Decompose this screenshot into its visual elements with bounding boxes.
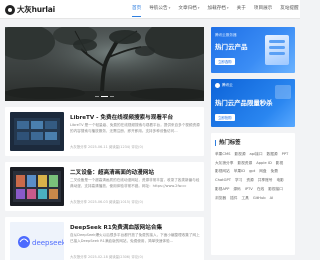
nav-item-4[interactable]: 关于 (233, 0, 250, 19)
tag-link[interactable]: 浏览器 (215, 195, 226, 201)
chevron-down-icon: ▾ (197, 6, 200, 10)
post-excerpt: 自从DeepSeek爆火以后很多平台都开放了免费的接入，下面小编整理收集了网上已… (70, 233, 200, 243)
logo-text: 大灰hurlai (17, 5, 55, 14)
tag-link[interactable]: 影视源 (234, 151, 245, 157)
tag-link[interactable]: api接口 (250, 151, 263, 157)
site-logo[interactable]: 大灰hurlai (5, 4, 55, 15)
ad-headline: 热门云产品限量秒杀 (215, 99, 273, 107)
post-meta: 大灰狼分享 2025-06-11 阅读量(1234) 评论(0) (70, 145, 143, 149)
nav-item-label: 友站提醒 (280, 6, 299, 11)
nav-item-1[interactable]: 导航公告▾ (145, 0, 174, 19)
tag-link[interactable]: 影视接口 (268, 186, 283, 192)
tag-link[interactable]: 苹果CMS (215, 151, 230, 157)
post-thumbnail[interactable] (10, 167, 64, 206)
tag-link[interactable]: 影视APP (215, 186, 229, 192)
tag-link[interactable]: 苹果ID (234, 168, 245, 174)
deepseek-logo-text: deepseek (32, 239, 64, 247)
main-nav: 首页 导航公告▾ 文章归档▾ 加载存档▾ 关于 项目展示 友站提醒 (128, 0, 303, 19)
tag-link[interactable]: 大灰狼分享 (215, 160, 233, 166)
tag-link[interactable]: gpt (249, 168, 255, 174)
slider-dot[interactable] (101, 95, 108, 97)
sidebar-ad-cloud-server[interactable]: 腾讯云服务器 热门云产品 立即选购 (211, 27, 295, 73)
tag-link[interactable]: 在线 (257, 186, 264, 192)
tag-link[interactable]: 数据源 (267, 151, 278, 157)
post-meta: 大灰狼分享 2025-02-18 阅读量(2306) 评论(0) (70, 255, 143, 259)
tag-link[interactable]: 电影 (276, 177, 283, 183)
tag-link[interactable]: 工具 (241, 195, 248, 201)
tag-link[interactable]: Apple ID (256, 160, 272, 166)
slider-dot[interactable] (95, 95, 99, 97)
nav-item-2[interactable]: 文章归档▾ (174, 0, 203, 19)
tag-link[interactable]: AI (270, 195, 274, 201)
post-title[interactable]: 二叉设备：超高清画面的动漫网站 (70, 168, 154, 176)
nav-item-0[interactable]: 首页 (128, 0, 145, 19)
nav-item-label: 加载存档 (207, 6, 226, 11)
tag-link[interactable]: IPTV (245, 186, 253, 192)
hot-tags-widget: 热门标签 苹果CMS 影视源 api接口 数据源 PPT 大灰狼分享 影视资源 Apple I… (211, 133, 295, 255)
post-thumbnail[interactable] (10, 112, 64, 151)
nav-item-6[interactable]: 友站提醒 (276, 0, 302, 19)
server-rack-line (269, 46, 285, 49)
slider-indicators (5, 95, 204, 97)
nav-item-label: 文章归档 (178, 6, 197, 11)
tag-link[interactable]: 源码 (233, 186, 240, 192)
tag-link[interactable]: 资源 (246, 177, 253, 183)
slider-dot[interactable] (110, 95, 114, 97)
server-rack-line (269, 40, 285, 43)
top-navigation-bar: 大灰hurlai 首页 导航公告▾ 文章归档▾ 加载存档▾ 关于 项目展示 友站提醒 (0, 0, 300, 19)
tag-link[interactable]: 插件 (230, 195, 237, 201)
server-rack-line (269, 52, 285, 55)
post-card[interactable]: 二叉设备：超高清画面的动漫网站二叉设备是一个超高清画质的在线动漫网站，资源非常丰… (5, 162, 204, 211)
cloud-logo-icon (215, 83, 220, 88)
nav-item-label: 导航公告 (149, 6, 168, 11)
tag-link[interactable]: 影视 (276, 160, 283, 166)
ad-subtitle: 腾讯云服务器 (215, 33, 237, 37)
nav-item-label: 关于 (236, 6, 246, 11)
ad-headline: 热门云产品 (215, 43, 248, 51)
nav-item-label: 项目展示 (253, 6, 273, 11)
tag-link[interactable]: 共享账号 (258, 177, 273, 183)
sidebar-ad-flash-sale[interactable]: 腾讯云 热门云产品限量秒杀 立即抢购 (211, 79, 295, 127)
ad-brand: 腾讯云 (222, 83, 233, 87)
ad-cta-button[interactable]: 立即选购 (215, 58, 235, 65)
tag-link[interactable]: 学习 (235, 177, 242, 183)
post-card[interactable]: LibreTV - 免费在线视频搜索与观看平台 LibreTV 是一个轻量级、免费… (5, 107, 204, 156)
post-card[interactable]: deepseek DeepSeek R1免费满血版网站合集自从DeepSeek爆火… (5, 217, 204, 260)
post-list: LibreTV - 免费在线视频搜索与观看平台 LibreTV 是一个轻量级、免费… (5, 107, 204, 260)
logo-icon (5, 4, 15, 15)
chevron-down-icon: ▾ (226, 6, 229, 10)
post-meta: 大灰狼分享 2025-06-03 阅读量(1015) 评论(0) (70, 200, 143, 204)
hero-image (5, 27, 204, 101)
ad-decoration (275, 85, 291, 99)
tag-link[interactable]: 影视资源 (237, 160, 252, 166)
tag-link[interactable]: PPT (282, 151, 289, 157)
post-thumbnail[interactable]: deepseek (10, 222, 64, 260)
tag-link[interactable]: GitHub (253, 195, 266, 201)
tags-title: 热门标签 (215, 140, 291, 146)
tag-cloud: 苹果CMS 影视源 api接口 数据源 PPT 大灰狼分享 影视资源 Apple ID 影视影视… (215, 151, 291, 201)
post-excerpt: LibreTV 是一个轻量级、免费的在线视频搜索与观看平台，提供来自多个视频资源… (70, 123, 200, 133)
tag-link[interactable]: 免费 (271, 168, 278, 174)
nav-item-3[interactable]: 加载存档▾ (204, 0, 233, 19)
tag-link[interactable]: 网盘 (259, 168, 266, 174)
tag-link[interactable]: 影视网站 (215, 168, 230, 174)
nav-item-label: 首页 (132, 6, 142, 11)
nav-item-5[interactable]: 项目展示 (250, 0, 276, 19)
post-title[interactable]: DeepSeek R1免费满血版网站合集 (70, 223, 162, 231)
tag-link[interactable]: ChatGPT (215, 177, 231, 183)
ad-cta-button[interactable]: 立即抢购 (215, 114, 235, 121)
hero-slider[interactable] (5, 27, 204, 101)
post-title[interactable]: LibreTV - 免费在线视频搜索与观看平台 (70, 113, 173, 121)
chevron-down-icon: ▾ (168, 6, 171, 10)
post-excerpt: 二叉设备是一个超高清画质的在线动漫网站，资源非常丰富，收录了各类新番与经典动漫，… (70, 178, 200, 188)
